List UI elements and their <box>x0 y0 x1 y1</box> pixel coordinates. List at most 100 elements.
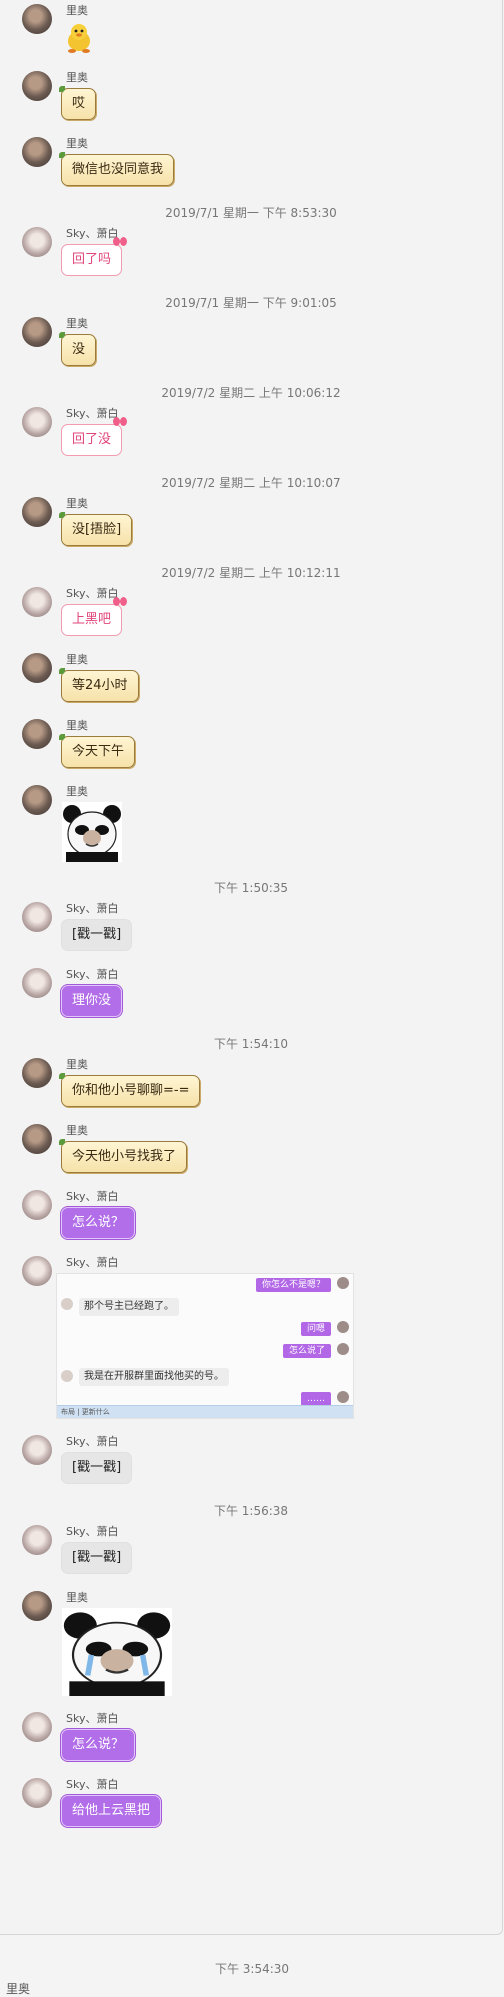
sender-name: 里奥 <box>66 1124 88 1137</box>
message-bubble[interactable]: [戳一戳] <box>61 1452 133 1484</box>
screenshot-avatar <box>61 1298 73 1310</box>
message-bubble[interactable]: [戳一戳] <box>61 919 133 951</box>
message-bubble[interactable]: [戳一戳] <box>61 1542 133 1574</box>
avatar[interactable] <box>22 1778 52 1808</box>
avatar[interactable] <box>22 1435 52 1465</box>
avatar[interactable] <box>22 227 52 257</box>
avatar[interactable] <box>22 719 52 749</box>
timestamp: 下午 3:54:30 <box>214 1962 290 1976</box>
message-bubble[interactable]: 没 <box>58 332 97 366</box>
sender-name: Sky、萧白 <box>66 902 119 915</box>
message-bubble[interactable]: 微信也没同意我 <box>58 152 175 186</box>
message-text: 哎 <box>72 96 86 111</box>
message-bubble[interactable]: 给他上云黑把 <box>61 1795 162 1827</box>
avatar[interactable] <box>22 1058 52 1088</box>
message-bubble[interactable]: 怎么说？ <box>61 1729 136 1761</box>
bow-icon <box>113 417 128 427</box>
message-bubble[interactable]: 没[捂脸] <box>58 512 133 546</box>
screenshot-text: 问嗯 <box>300 1322 331 1336</box>
chat-screenshot-image[interactable]: 你怎么不是嗯？ 那个号主已经跑了。 问嗯 怎么说了 我是在开服群里面找他买的号。 …… 布局… <box>56 1273 354 1419</box>
sender-name: 里奥 <box>66 785 88 798</box>
avatar[interactable] <box>22 4 52 34</box>
duck-sticker[interactable] <box>62 21 96 55</box>
timestamp: 下午 1:54:10 <box>213 1037 289 1051</box>
message: Sky、萧白 回了没 <box>0 407 502 457</box>
sender-name: Sky、萧白 <box>66 1778 119 1791</box>
timestamp: 2019/7/1 星期一 下午 9:01:05 <box>165 296 337 310</box>
message: Sky、萧白给他上云黑把 <box>0 1778 502 1828</box>
avatar[interactable] <box>22 1712 52 1742</box>
avatar[interactable] <box>22 653 52 683</box>
message: 里奥没 <box>0 317 502 367</box>
sender-name: Sky、萧白 <box>66 407 119 420</box>
message: Sky、萧白怎么说？ <box>0 1712 502 1762</box>
avatar[interactable] <box>22 407 52 437</box>
message: Sky、萧白 你怎么不是嗯？ 那个号主已经跑了。 问嗯 怎么说了 我是在开服群里面找他买的… <box>0 1256 502 1419</box>
message-text: 今天他小号找我了 <box>72 1149 177 1164</box>
sender-name: 里奥 <box>6 1982 31 1996</box>
sender-name: Sky、萧白 <box>66 1712 119 1725</box>
avatar[interactable] <box>22 137 52 167</box>
avatar[interactable] <box>22 902 52 932</box>
panda-sticker[interactable] <box>62 802 122 862</box>
message-text: 你和他小号聊聊=-= <box>72 1083 190 1098</box>
avatar[interactable] <box>22 1256 52 1286</box>
screenshot-text: …… <box>301 1392 331 1406</box>
sender-name: Sky、萧白 <box>66 1435 119 1448</box>
message: Sky、萧白 [戳一戳] <box>0 902 502 952</box>
message-text: 给他上云黑把 <box>72 1803 151 1818</box>
message: 里奥今天他小号找我了 <box>0 1124 502 1174</box>
message-bubble[interactable]: 哎 <box>58 86 97 120</box>
sender-name: Sky、萧白 <box>66 227 119 240</box>
timestamp: 下午 1:56:38 <box>213 1504 289 1518</box>
message-bubble[interactable]: 怎么说？ <box>61 1207 136 1239</box>
message-text: 没[捂脸] <box>72 522 122 537</box>
message-bubble[interactable]: 今天下午 <box>58 734 136 768</box>
screenshot-text: 你怎么不是嗯？ <box>255 1278 331 1292</box>
sender-name: Sky、萧白 <box>66 1525 119 1538</box>
message-text: [戳一戳] <box>72 927 122 942</box>
avatar[interactable] <box>22 785 52 815</box>
timestamp: 2019/7/1 星期一 下午 8:53:30 <box>165 206 337 220</box>
sender-name: 里奥 <box>66 497 88 510</box>
message: Sky、萧白怎么说？ <box>0 1190 502 1240</box>
screenshot-avatar <box>61 1370 73 1382</box>
avatar[interactable] <box>22 71 52 101</box>
sender-name: Sky、萧白 <box>66 1190 119 1203</box>
avatar[interactable] <box>22 1591 52 1621</box>
screenshot-text: 布局 | 更新什么 <box>57 1405 353 1418</box>
message-bubble[interactable]: 回了没 <box>61 417 128 456</box>
message: Sky、萧白 回了吗 <box>0 227 502 277</box>
message: 里奥没[捂脸] <box>0 497 502 547</box>
timestamp: 下午 1:50:35 <box>213 881 289 895</box>
message: Sky、萧白 [戳一戳] <box>0 1435 502 1485</box>
message-bubble[interactable]: 你和他小号聊聊=-= <box>58 1073 201 1107</box>
message-text: 没 <box>72 342 86 357</box>
sender-name: 里奥 <box>66 719 88 732</box>
message-bubble[interactable]: 上黑吧 <box>61 597 128 636</box>
message-text: [戳一戳] <box>72 1460 122 1475</box>
avatar[interactable] <box>22 968 52 998</box>
message-text: 上黑吧 <box>72 612 112 627</box>
message: Sky、萧白 [戳一戳] <box>0 1525 502 1575</box>
screenshot-text: 怎么说了 <box>282 1344 331 1358</box>
message-bubble[interactable]: 今天他小号找我了 <box>58 1139 188 1173</box>
message: Sky、萧白理你没 <box>0 968 502 1018</box>
message-bubble[interactable]: 回了吗 <box>61 237 128 276</box>
message-bubble[interactable]: 理你没 <box>61 985 123 1017</box>
avatar[interactable] <box>22 1525 52 1555</box>
message-text: 回了吗 <box>72 252 112 267</box>
message-bubble[interactable]: 等24小时 <box>59 668 139 702</box>
chat-history-panel: 里奥 里奥哎里奥 微信也没同意我 2019/7/1 星期一 下午 8:53:30 Sky… <box>0 0 503 1935</box>
avatar[interactable] <box>22 1124 52 1154</box>
avatar[interactable] <box>22 317 52 347</box>
message: 里奥今天下午 <box>0 719 502 769</box>
avatar[interactable] <box>22 497 52 527</box>
avatar[interactable] <box>22 1190 52 1220</box>
avatar[interactable] <box>22 587 52 617</box>
sender-name: Sky、萧白 <box>66 968 119 981</box>
timestamp: 2019/7/2 星期二 上午 10:10:07 <box>161 476 341 490</box>
panda-sticker[interactable] <box>62 1608 172 1696</box>
sender-name: Sky、萧白 <box>66 1256 119 1269</box>
message-text: 等24小时 <box>72 678 128 693</box>
